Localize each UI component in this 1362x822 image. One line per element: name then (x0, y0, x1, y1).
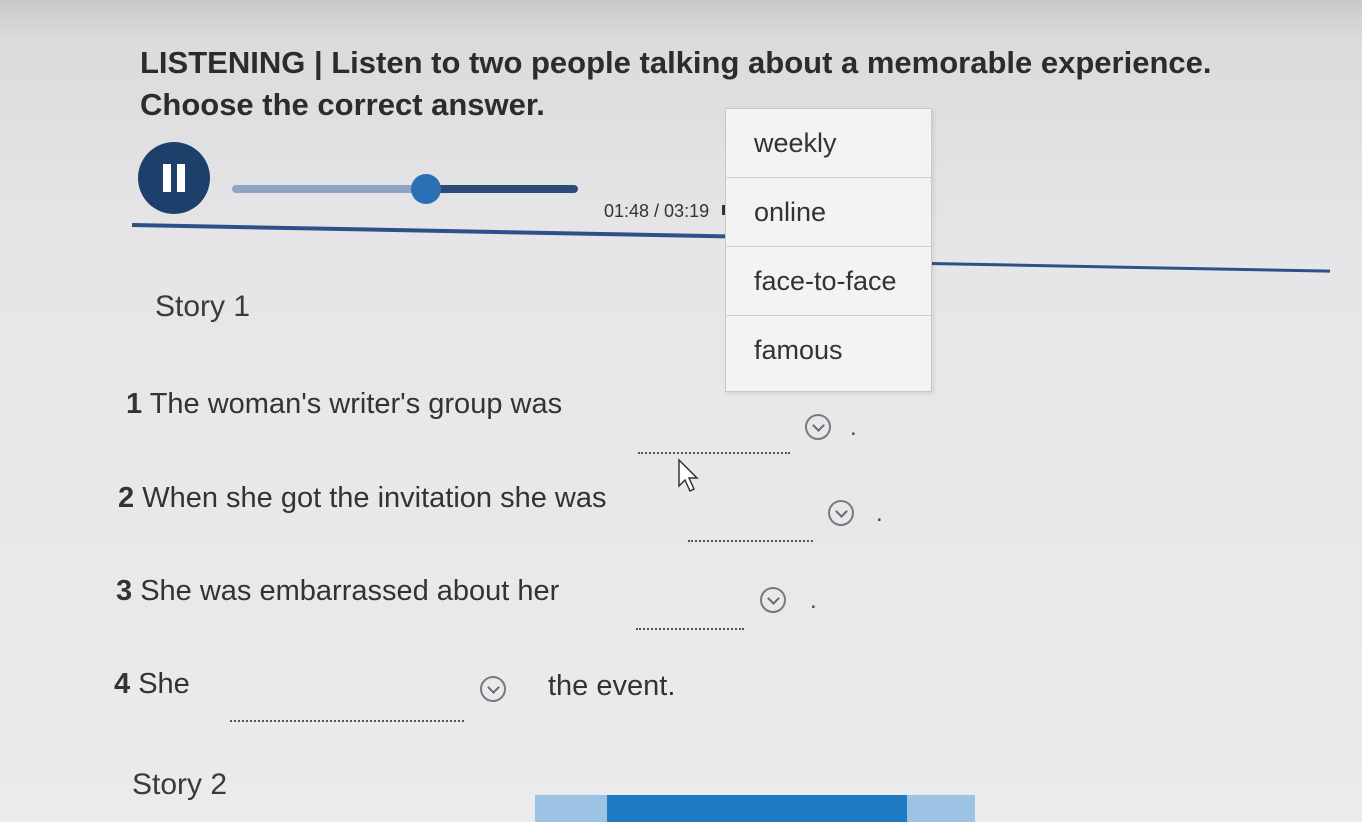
dropdown-option-online[interactable]: online (726, 178, 931, 247)
dropdown-option-famous[interactable]: famous (726, 316, 931, 385)
sentence-end: . (810, 587, 817, 614)
dropdown-list[interactable]: weekly online face-to-face famous (725, 108, 932, 392)
top-band (0, 0, 1362, 40)
divider-right (929, 262, 1330, 273)
question-4-end: the event. (548, 670, 676, 702)
pause-icon-bar (177, 164, 185, 192)
bottom-button-fill (607, 795, 907, 822)
chevron-down-icon[interactable] (828, 500, 854, 526)
question-3: 3 She was embarrassed about her (116, 575, 560, 607)
bottom-button[interactable] (535, 795, 975, 822)
answer-blank-3[interactable] (636, 628, 744, 630)
mouse-cursor-icon (678, 458, 699, 493)
progress-played (232, 185, 426, 193)
sentence-end: . (850, 414, 857, 441)
story-1-title: Story 1 (155, 290, 251, 323)
question-4: 4 She (114, 668, 190, 700)
answer-blank-2[interactable] (688, 540, 813, 542)
story-2-title: Story 2 (132, 768, 228, 801)
question-2: 2 When she got the invitation she was (118, 482, 607, 514)
answer-blank-1[interactable] (638, 452, 790, 454)
audio-progress-slider[interactable] (232, 174, 578, 204)
chevron-down-icon[interactable] (760, 587, 786, 613)
progress-remaining (426, 185, 578, 193)
audio-time: 01:48 / 03:19 (604, 201, 710, 221)
question-1: 1 The woman's writer's group was (126, 388, 563, 420)
dropdown-option-face-to-face[interactable]: face-to-face (726, 247, 931, 316)
divider (131, 223, 732, 239)
answer-blank-4[interactable] (230, 720, 464, 722)
chevron-down-icon[interactable] (805, 414, 831, 440)
progress-handle[interactable] (411, 174, 441, 204)
pause-button[interactable] (138, 142, 210, 214)
chevron-down-icon[interactable] (480, 676, 506, 702)
dropdown-option-weekly[interactable]: weekly (726, 109, 931, 178)
pause-icon (163, 164, 171, 192)
sentence-end: . (876, 500, 883, 527)
